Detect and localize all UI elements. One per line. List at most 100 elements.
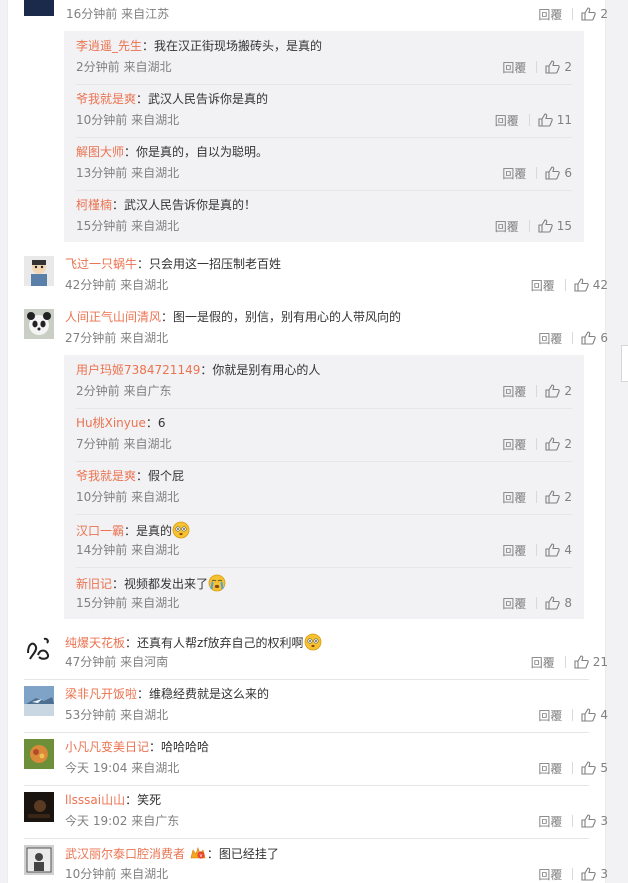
like-button[interactable]: 3 bbox=[581, 814, 608, 828]
reply-button[interactable]: 回覆 bbox=[502, 595, 526, 612]
doodle-avatar-icon[interactable] bbox=[24, 633, 54, 663]
username-link[interactable]: 人间正气山间清风 bbox=[65, 310, 161, 324]
reply-button[interactable]: 回覆 bbox=[502, 542, 526, 559]
divider bbox=[572, 8, 574, 20]
reply-button[interactable]: 回覆 bbox=[531, 654, 555, 671]
like-button[interactable]: 42 bbox=[574, 278, 608, 292]
reply-button[interactable]: 回覆 bbox=[531, 277, 555, 294]
comment-text: ：维稳经费就是这么来的 bbox=[137, 687, 270, 701]
username-link[interactable]: 飞过一只蜗牛 bbox=[65, 257, 137, 271]
like-button[interactable]: 4 bbox=[581, 708, 608, 722]
reply-meta: 10分钟前 来自湖北 bbox=[76, 489, 179, 505]
reply-button[interactable]: 回覆 bbox=[538, 813, 562, 830]
like-button[interactable]: 11 bbox=[538, 113, 572, 127]
divider bbox=[572, 815, 574, 827]
reply-location: 来自湖北 bbox=[131, 219, 180, 233]
reply-button[interactable]: 回覆 bbox=[495, 112, 519, 129]
dark-avatar-icon[interactable] bbox=[24, 792, 54, 822]
like-count: 2 bbox=[564, 60, 572, 74]
comment-meta: 47分钟前 来自河南 bbox=[65, 654, 168, 670]
reply-actions: 回覆 15 bbox=[495, 218, 572, 234]
like-count: 11 bbox=[556, 113, 572, 127]
landscape-avatar-icon[interactable] bbox=[24, 686, 54, 716]
reply-text: ：我在汉正街现场搬砖头，是真的 bbox=[142, 39, 323, 53]
reply-item: 用户玛姬7384721149：你就是别有用心的人 2分钟前 来自广东 回覆 2 bbox=[64, 362, 584, 407]
like-count: 6 bbox=[600, 331, 608, 345]
reply-button[interactable]: 回覆 bbox=[502, 489, 526, 506]
reply-button[interactable]: 回覆 bbox=[538, 707, 562, 724]
username-link[interactable]: 武汉丽尔泰口腔消费者 bbox=[65, 847, 185, 861]
like-button[interactable]: 8 bbox=[545, 596, 572, 610]
like-button[interactable]: 5 bbox=[581, 761, 608, 775]
username-link[interactable]: 汉口一霸 bbox=[76, 524, 124, 538]
username-link[interactable]: 李逍遥_先生 bbox=[76, 39, 142, 53]
cartoon-avatar-icon[interactable] bbox=[24, 256, 54, 286]
comment-time: 27分钟前 bbox=[65, 331, 117, 345]
username-link[interactable]: 纯爆天花板 bbox=[65, 636, 125, 650]
person-avatar-icon[interactable] bbox=[24, 845, 54, 875]
like-button[interactable]: 2 bbox=[581, 7, 608, 21]
reply-button[interactable]: 回覆 bbox=[538, 330, 562, 347]
reply-button[interactable]: 回覆 bbox=[538, 866, 562, 883]
reply-button[interactable]: 回覆 bbox=[502, 436, 526, 453]
reply-list: 用户玛姬7384721149：你就是别有用心的人 2分钟前 来自广东 回覆 2 Hu桃X… bbox=[64, 355, 584, 619]
like-button[interactable]: 2 bbox=[545, 490, 572, 504]
reply-actions: 回覆 6 bbox=[502, 165, 572, 181]
like-count: 2 bbox=[564, 490, 572, 504]
comment-actions: 回覆 2 bbox=[538, 6, 608, 22]
username-link[interactable]: 爷我就是爽 bbox=[76, 92, 136, 106]
reply-actions: 回覆 11 bbox=[495, 112, 572, 128]
thumbs-up-icon bbox=[574, 655, 589, 669]
reply-button[interactable]: 回覆 bbox=[502, 165, 526, 182]
thumbs-up-icon bbox=[538, 113, 553, 127]
vip-badge-icon: v bbox=[189, 845, 207, 865]
food-avatar-icon[interactable] bbox=[24, 739, 54, 769]
comment-text: ：笑死 bbox=[125, 793, 162, 807]
comment-location: 来自湖北 bbox=[120, 708, 169, 722]
reply-location: 来自湖北 bbox=[131, 543, 180, 557]
reply-item: 柯槿楠：武汉人民告诉你是真的！ 15分钟前 来自湖北 回覆 15 bbox=[64, 197, 584, 242]
like-button[interactable]: 6 bbox=[545, 166, 572, 180]
like-button[interactable]: 2 bbox=[545, 437, 572, 451]
comment-time: 10分钟前 bbox=[65, 867, 117, 881]
reply-button[interactable]: 回覆 bbox=[502, 383, 526, 400]
comment-meta: 16分钟前 来自江苏 bbox=[66, 6, 169, 22]
panda-avatar-icon[interactable] bbox=[24, 309, 54, 339]
reply-location: 来自湖北 bbox=[131, 113, 180, 127]
like-button[interactable]: 4 bbox=[545, 543, 572, 557]
reply-button[interactable]: 回覆 bbox=[495, 218, 519, 235]
username-link[interactable]: 用户玛姬7384721149 bbox=[76, 363, 200, 377]
divider bbox=[564, 279, 566, 291]
username-link[interactable]: 新旧记 bbox=[76, 577, 112, 591]
like-button[interactable]: 15 bbox=[538, 219, 572, 233]
reply-button[interactable]: 回覆 bbox=[538, 6, 562, 23]
reply-button[interactable]: 回覆 bbox=[538, 760, 562, 777]
comment-text: ：哈哈哈哈 bbox=[149, 740, 210, 754]
username-link[interactable]: Hu桃Xinyue bbox=[76, 416, 146, 430]
like-button[interactable]: 2 bbox=[545, 384, 572, 398]
reply-button[interactable]: 回覆 bbox=[502, 59, 526, 76]
reply-actions: 回覆 2 bbox=[502, 489, 572, 505]
username-link[interactable]: 小凡凡变美日记 bbox=[65, 740, 149, 754]
reply-time: 15分钟前 bbox=[76, 219, 128, 233]
username-link[interactable]: llsssai山山 bbox=[65, 793, 125, 807]
like-button[interactable]: 3 bbox=[581, 867, 608, 881]
username-link[interactable]: 解图大师 bbox=[76, 145, 124, 159]
divider bbox=[536, 385, 538, 397]
reply-meta: 13分钟前 来自湖北 bbox=[76, 165, 179, 181]
like-button[interactable]: 21 bbox=[574, 655, 608, 669]
reply-time: 7分钟前 bbox=[76, 437, 120, 451]
username-link[interactable]: 爷我就是爽 bbox=[76, 469, 136, 483]
avatar[interactable] bbox=[24, 0, 54, 16]
reply-location: 来自湖北 bbox=[131, 166, 180, 180]
username-link[interactable]: 梁非凡开饭啦 bbox=[65, 687, 137, 701]
comment-location: 来自湖北 bbox=[120, 867, 169, 881]
scrollbar[interactable] bbox=[621, 345, 628, 382]
username-link[interactable]: 柯槿楠 bbox=[76, 198, 112, 212]
divider bbox=[76, 514, 572, 515]
like-button[interactable]: 2 bbox=[545, 60, 572, 74]
divider bbox=[24, 732, 589, 733]
comment-actions: 回覆 4 bbox=[538, 707, 608, 723]
like-button[interactable]: 6 bbox=[581, 331, 608, 345]
divider bbox=[76, 408, 572, 409]
